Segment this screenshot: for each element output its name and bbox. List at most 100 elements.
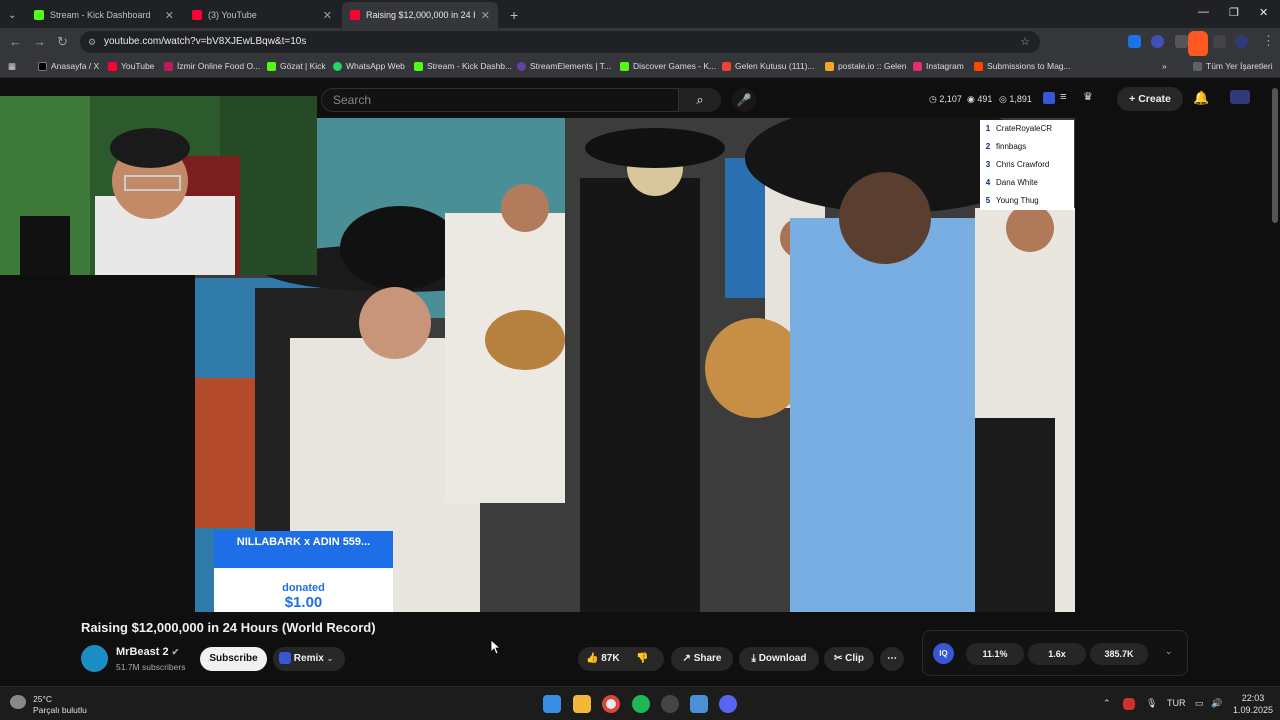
postale-icon [825,61,834,71]
profile-p-icon[interactable] [1188,31,1208,57]
weather-temp: 25°C [33,694,52,704]
browser-toolbar: ← → ↻ ⚙ youtube.com/watch?v=bV8XJEwLBqw&… [0,28,1280,57]
menu-dots-icon[interactable]: ⋮ [1262,33,1275,49]
language-indicator[interactable]: TUR [1167,698,1186,708]
kick-icon [34,10,44,20]
bookmark-kick-dashboard[interactable]: Stream - Kick Dashb... [414,61,512,71]
discord-icon[interactable] [719,695,737,713]
tab-kick-dashboard[interactable]: Stream - Kick Dashboard ✕ [26,2,182,28]
avatar[interactable] [1230,90,1250,104]
bookmark-kick-browse[interactable]: Gözat | Kick [267,61,326,71]
back-icon[interactable]: ← [9,34,22,49]
close-icon[interactable]: ✕ [165,9,174,22]
tray-app-icon[interactable] [1123,698,1135,710]
steam-icon[interactable] [661,695,679,713]
youtube-icon [350,10,360,20]
more-dots-icon: ⋯ [887,653,897,664]
bookmark-instagram[interactable]: Instagram [913,61,964,71]
iq-stat-count: 385.7K [1090,643,1148,665]
address-bar[interactable]: ⚙ youtube.com/watch?v=bV8XJEwLBqw&t=10s … [80,31,1040,53]
download-button[interactable]: ⤓ Download [739,647,819,671]
like-button[interactable]: 👍 87K [586,653,620,664]
close-icon[interactable]: ✕ [481,9,490,22]
weather-desc: Parçalı bulutlu [33,705,87,715]
bookmark-postale[interactable]: postale.io :: Gelen [825,61,907,71]
tray-chevron-icon[interactable]: ⌃ [1103,698,1111,709]
reading-list-icon[interactable] [1213,35,1226,48]
more-bookmarks-icon[interactable]: » [1162,61,1167,71]
webcam-overlay [0,96,317,275]
minimize-icon[interactable]: — [1198,6,1209,18]
bookmark-discover-games[interactable]: Discover Games - K... [620,61,716,71]
page-scrollbar[interactable] [1272,88,1278,223]
bookmark-streamelements[interactable]: StreamElements | T... [517,61,611,71]
tab-search-button[interactable]: ⌄ [0,2,26,28]
dislike-button[interactable]: 👎 [636,647,648,671]
extension-icon[interactable] [1151,35,1164,48]
leaderboard-row: 4 Dana White [985,178,1038,187]
create-button[interactable]: + Create [1117,87,1183,111]
bookmark-reddit-submissions[interactable]: Submissions to Mag... [974,61,1071,71]
apps-grid-icon[interactable]: ▦ [8,61,16,72]
tab-youtube[interactable]: (3) YouTube ✕ [184,2,340,28]
reload-icon[interactable]: ↻ [57,34,68,50]
chrome-icon[interactable] [602,695,620,713]
chevron-down-icon[interactable]: ⌄ [1165,646,1173,657]
remix-button[interactable]: Remix ⌄ [273,647,345,671]
streamelements-icon [517,61,526,71]
instagram-icon [913,61,922,71]
microphone-icon[interactable]: 🎙 [1146,698,1157,709]
bookmark-youtube[interactable]: YouTube [108,61,154,71]
channel-avatar[interactable] [81,645,108,672]
bookmarks-bar: ▦ Anasayfa / X YouTube İzmir Online Food… [0,56,1280,78]
restore-icon[interactable]: ❐ [1229,6,1239,19]
notifications-bell-icon[interactable]: 🔔 [1193,90,1209,106]
thumbs-up-icon: 👍 [586,653,599,664]
bookmark-whatsapp[interactable]: WhatsApp Web [333,61,405,71]
search-button[interactable]: ⌕ [679,88,721,112]
channel-name[interactable]: MrBeast 2 ✔ [116,646,179,658]
spotify-icon[interactable] [632,695,650,713]
microphone-icon: 🎤 [736,93,752,107]
all-bookmarks[interactable]: Tüm Yer İşaretleri [1193,61,1273,71]
app-icon[interactable] [690,695,708,713]
chevron-down-icon: ⌄ [8,9,17,21]
tab-raising-video[interactable]: Raising $12,000,000 in 24 H ✕ [342,2,498,28]
extension-icon[interactable] [1128,35,1141,48]
iq-badge[interactable]: IQ [933,643,954,664]
network-icon[interactable]: ▭ [1195,698,1204,709]
bookmark-star-icon[interactable]: ☆ [1020,31,1030,53]
search-input[interactable]: Search [321,88,679,112]
forward-icon[interactable]: → [33,34,46,49]
close-window-icon[interactable]: ✕ [1259,6,1268,19]
verified-icon: ✔ [171,647,180,657]
subscriber-count: 51.7M subscribers [116,662,186,672]
volume-icon[interactable]: 🔊 [1211,698,1222,709]
voice-search-button[interactable]: 🎤 [732,88,756,112]
extensions-puzzle-icon[interactable] [1175,35,1188,48]
trophy-icon[interactable]: ♛ [1083,90,1093,103]
weather-icon[interactable] [10,695,26,709]
subscribe-button[interactable]: Subscribe [200,647,267,671]
close-icon[interactable]: ✕ [323,9,332,22]
x-icon [38,61,47,71]
bookmark-x[interactable]: Anasayfa / X [38,61,99,71]
plus-icon: + [1129,93,1139,105]
bookmark-gmail[interactable]: Gelen Kutusu (111)... [722,61,815,71]
new-tab-button[interactable]: + [502,2,522,28]
clip-button[interactable]: ✂ Clip [824,647,874,671]
clock[interactable]: 22:03 1.09.2025 [1233,692,1273,716]
file-explorer-icon[interactable] [573,695,591,713]
kick-icon [414,61,423,71]
iq-extension-icon[interactable] [1043,92,1055,104]
more-actions-button[interactable]: ⋯ [880,647,904,671]
bookmark-izmir-food[interactable]: İzmir Online Food O... [164,61,260,71]
site-info-icon[interactable]: ⚙ [88,31,96,53]
list-icon[interactable]: ≡ [1060,91,1066,103]
donation-leaderboard: 1 CrateRoyaleCR 2 finnbags 3 Chris Crawford… [980,120,1074,210]
share-button[interactable]: ↗ Share [671,647,733,671]
profile-avatar-icon[interactable] [1235,35,1248,48]
windows-start-icon[interactable] [543,695,561,713]
video-title: Raising $12,000,000 in 24 Hours (World R… [81,620,376,635]
folder-icon [1193,61,1202,71]
